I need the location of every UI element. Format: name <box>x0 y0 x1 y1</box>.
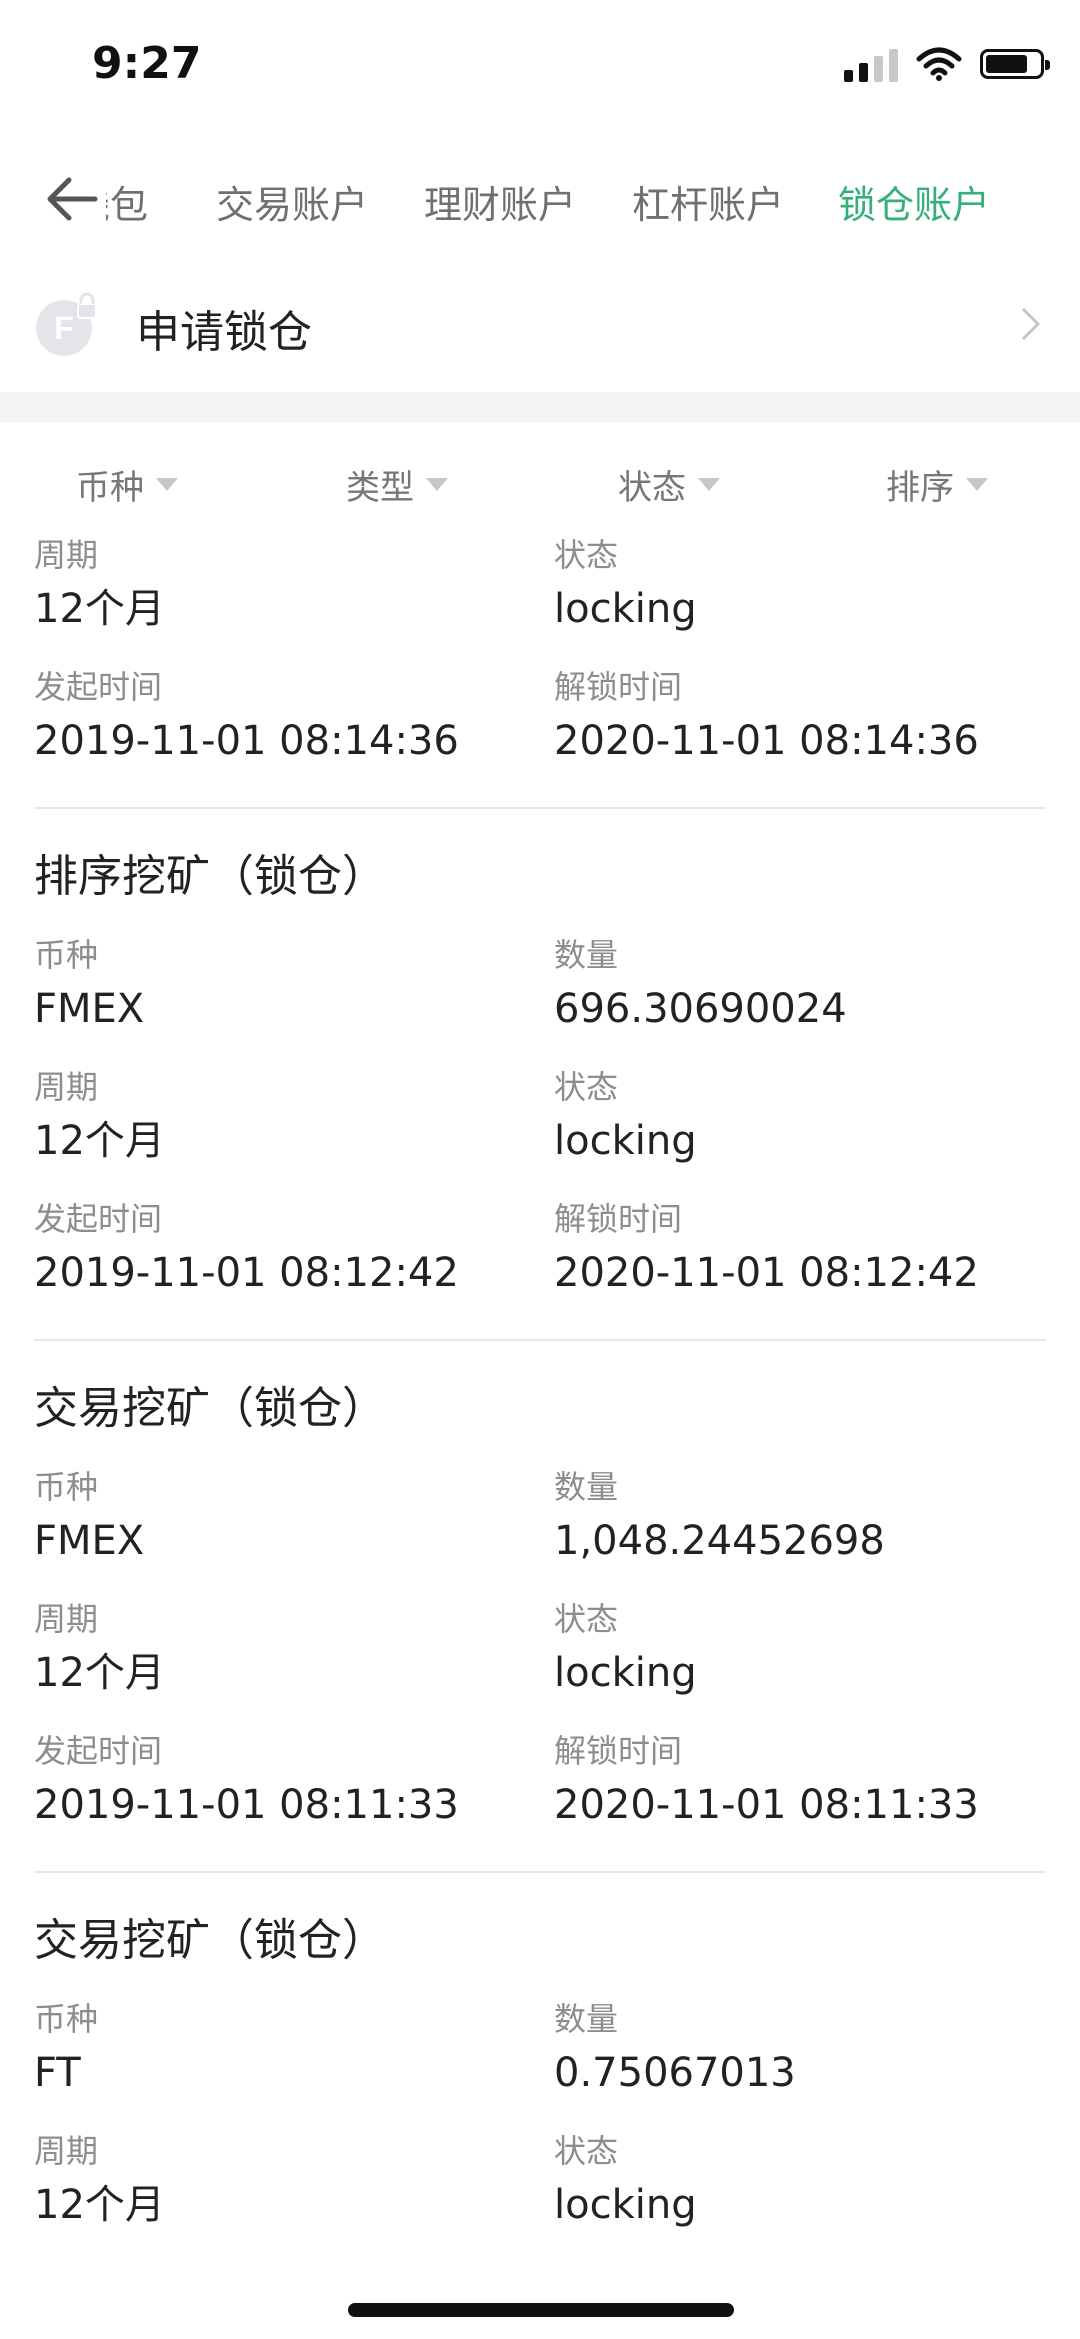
tab-margin-account[interactable]: 杠杆账户 <box>632 174 784 229</box>
lock-record: 交易挖矿（锁仓） 币种 FMEX 数量 1,048.24452698 周期 12个月 … <box>34 1341 1046 1873</box>
record-field: 解锁时间 2020-11-01 08:14:36 <box>554 668 979 764</box>
tab-wealth-account[interactable]: 理财账户 <box>424 174 576 229</box>
lock-record: 排序挖矿（锁仓） 币种 FMEX 数量 696.30690024 周期 12个月 状态… <box>34 809 1046 1341</box>
record-field: 周期 12个月 <box>34 536 165 632</box>
apply-lock-label: 申请锁仓 <box>136 307 312 358</box>
caret-down-icon <box>156 478 178 491</box>
record-field: 周期 12个月 <box>34 1600 165 1696</box>
record-field: 周期 12个月 <box>34 1068 165 1164</box>
record-field: 状态 locking <box>554 2132 697 2228</box>
lock-record: 交易挖矿（锁仓） 币种 FT 数量 0.75067013 周期 12个月 状态 lock… <box>34 1873 1046 2271</box>
record-field: 发起时间 2019-11-01 08:12:42 <box>34 1200 459 1296</box>
record-field: 发起时间 2019-11-01 08:11:33 <box>34 1732 459 1828</box>
caret-down-icon <box>698 478 720 491</box>
record-field: 状态 locking <box>554 1068 697 1164</box>
record-field: 解锁时间 2020-11-01 08:11:33 <box>554 1732 979 1828</box>
cellular-signal-icon <box>844 46 898 82</box>
record-field: 周期 12个月 <box>34 2132 165 2228</box>
record-field: 状态 locking <box>554 1600 697 1696</box>
section-divider <box>0 392 1080 422</box>
coin-lock-icon: F <box>36 292 97 356</box>
caret-down-icon <box>426 478 448 491</box>
record-field: 解锁时间 2020-11-01 08:12:42 <box>554 1200 979 1296</box>
record-title: 排序挖矿（锁仓） <box>34 851 386 902</box>
arrow-left-icon <box>47 177 98 221</box>
lock-record: 周期 12个月 状态 locking 发起时间 2019-11-01 08:14:36… <box>34 535 1046 809</box>
filter-currency[interactable]: 币种 <box>76 460 178 509</box>
record-field: 数量 1,048.24452698 <box>554 1468 885 1564</box>
status-time: 9:27 <box>92 38 202 89</box>
back-button[interactable] <box>36 164 106 234</box>
chevron-right-icon <box>1022 308 1040 340</box>
filter-sort[interactable]: 排序 <box>886 460 988 509</box>
filter-type[interactable]: 类型 <box>346 460 448 509</box>
record-field: 币种 FT <box>34 2000 99 2096</box>
account-tabs: 钱包 交易账户 理财账户 杠杆账户 锁仓账户 <box>0 150 1080 250</box>
lock-records-list: 周期 12个月 状态 locking 发起时间 2019-11-01 08:14:36… <box>0 535 1080 2271</box>
battery-icon <box>980 49 1050 79</box>
record-field: 状态 locking <box>554 536 697 632</box>
filter-bar: 币种 类型 状态 排序 <box>0 446 1080 518</box>
filter-status[interactable]: 状态 <box>618 460 720 509</box>
record-title: 交易挖矿（锁仓） <box>34 1383 386 1434</box>
record-field: 币种 FMEX <box>34 1468 145 1564</box>
record-field: 数量 696.30690024 <box>554 936 847 1032</box>
record-title: 交易挖矿（锁仓） <box>34 1915 386 1966</box>
tab-lock-account[interactable]: 锁仓账户 <box>838 174 990 229</box>
record-field: 数量 0.75067013 <box>554 2000 796 2096</box>
status-bar: 9:27 <box>0 0 1080 130</box>
svg-text:F: F <box>54 310 74 346</box>
apply-lock-row[interactable]: F 申请锁仓 <box>0 270 1080 380</box>
record-field: 发起时间 2019-11-01 08:14:36 <box>34 668 459 764</box>
tab-trading-account[interactable]: 交易账户 <box>216 174 368 229</box>
caret-down-icon <box>966 478 988 491</box>
home-indicator[interactable] <box>348 2303 734 2317</box>
wifi-icon <box>916 47 962 81</box>
record-field: 币种 FMEX <box>34 936 145 1032</box>
status-icons <box>844 44 1050 84</box>
